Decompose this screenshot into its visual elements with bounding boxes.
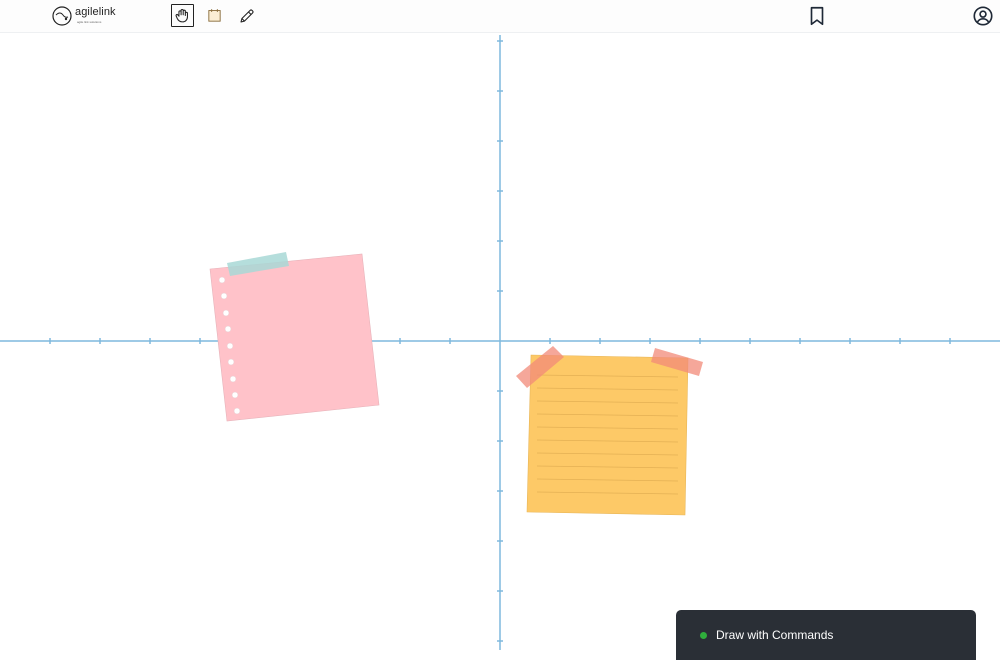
logo-icon bbox=[52, 6, 72, 26]
account-button[interactable] bbox=[972, 5, 994, 27]
app-logo[interactable]: agilelink agile link solutions bbox=[51, 4, 131, 28]
sticky-note-icon bbox=[208, 9, 221, 22]
bookmark-icon bbox=[810, 6, 824, 26]
pink-sticky-note[interactable] bbox=[209, 252, 380, 422]
whiteboard-canvas[interactable] bbox=[0, 33, 1000, 660]
toast-label: Draw with Commands bbox=[716, 628, 834, 642]
hand-tool-button[interactable] bbox=[171, 4, 194, 27]
draw-commands-toast[interactable]: Draw with Commands bbox=[676, 610, 976, 660]
status-dot-icon bbox=[700, 632, 707, 639]
sticky-note-tool-button[interactable] bbox=[203, 4, 226, 27]
logo-subtitle: agile link solutions bbox=[77, 20, 102, 24]
hand-icon bbox=[175, 8, 188, 23]
top-toolbar: agilelink agile link solutions bbox=[0, 0, 1000, 33]
pencil-tool-button[interactable] bbox=[235, 4, 258, 27]
account-icon bbox=[973, 6, 993, 26]
yellow-sticky-note[interactable] bbox=[516, 346, 703, 516]
logo-text: agilelink bbox=[75, 6, 116, 18]
pencil-icon bbox=[239, 9, 253, 23]
y-axis bbox=[497, 35, 503, 650]
bookmark-button[interactable] bbox=[806, 5, 828, 27]
